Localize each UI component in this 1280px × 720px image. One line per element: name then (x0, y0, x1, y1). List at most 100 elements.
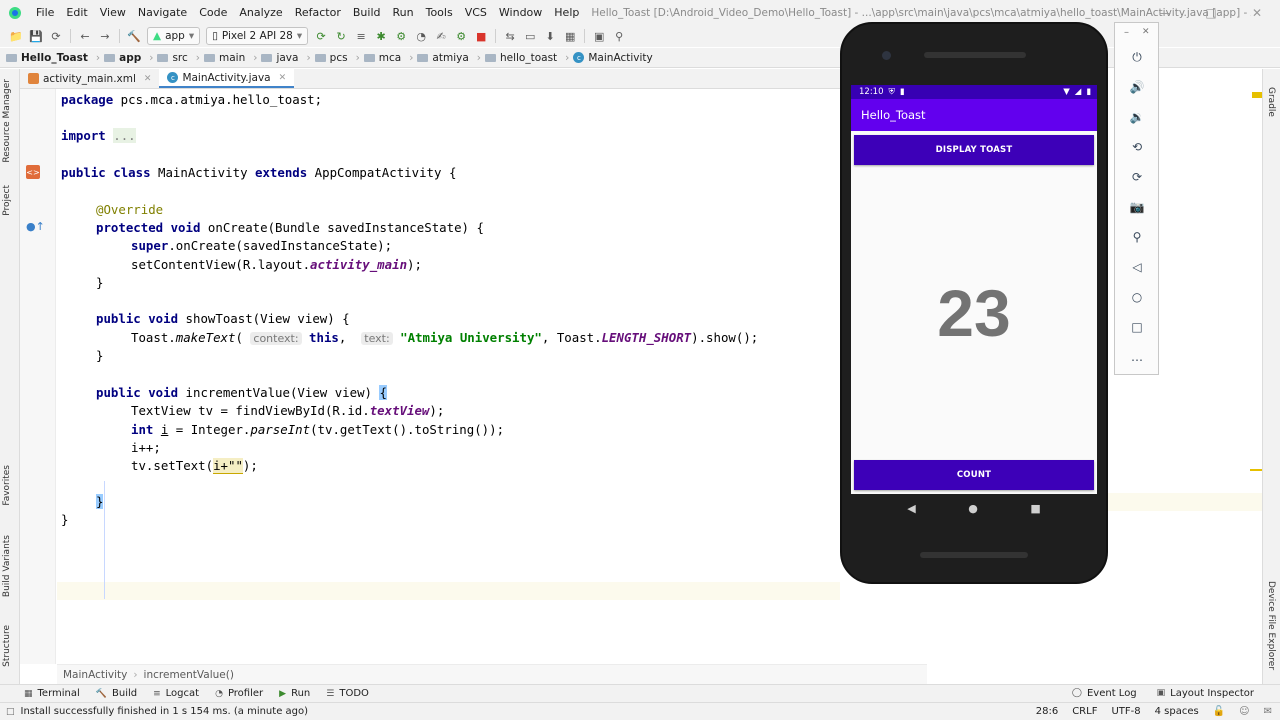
count-button[interactable]: COUNT (854, 460, 1094, 490)
override-marker-icon[interactable]: ●↑ (26, 220, 45, 233)
make-project-hammer-icon[interactable]: 🔨 (124, 26, 144, 46)
tool-todo[interactable]: ☰ TODO (326, 688, 369, 699)
project-structure-icon[interactable]: ▦ (560, 26, 580, 46)
back-arrow-icon[interactable]: ← (75, 26, 95, 46)
caret-position[interactable]: 28:6 (1036, 706, 1058, 717)
breadcrumb-pcs[interactable]: pcs › (314, 52, 360, 64)
sdk-manager-icon[interactable]: ⬇ (540, 26, 560, 46)
warning-marker[interactable] (1252, 92, 1262, 98)
back-triangle-icon[interactable]: ◁ (1127, 257, 1147, 277)
device-select[interactable]: ▯ Pixel 2 API 28 ▾ (206, 27, 309, 45)
menu-refactor[interactable]: Refactor (289, 6, 347, 19)
menu-run[interactable]: Run (387, 6, 420, 19)
lock-icon[interactable]: 🔓 (1213, 706, 1225, 717)
warning-marker[interactable] (1250, 469, 1262, 471)
forward-arrow-icon[interactable]: → (95, 26, 115, 46)
panel-minimize-icon[interactable]: – (1124, 27, 1129, 38)
rotate-right-icon[interactable]: ⟳ (1127, 167, 1147, 187)
avd-manager-icon[interactable]: ▭ (520, 26, 540, 46)
zoom-icon[interactable]: ⚲ (1127, 227, 1147, 247)
stop-icon[interactable]: ■ (471, 26, 491, 46)
tab-mainactivity-java[interactable]: c MainActivity.java ✕ (159, 69, 295, 88)
emulator-screen[interactable]: 12:10 ⛨ ▮ ▼ ◢ ▮ Hello_Toast DISPLAY TOAS… (851, 85, 1097, 494)
panel-close-icon[interactable]: ✕ (1142, 27, 1150, 37)
more-options-icon[interactable]: … (1127, 347, 1147, 367)
breadcrumb-app[interactable]: app › (104, 52, 153, 64)
breadcrumb-mainactivity[interactable]: c MainActivity (573, 52, 653, 64)
close-window-icon[interactable]: ✕ (1234, 0, 1280, 25)
overview-square-icon[interactable]: □ (1127, 317, 1147, 337)
tool-device-file-explorer[interactable]: Device File Explorer (1266, 581, 1276, 670)
coverage-icon[interactable]: ⚙ (451, 26, 471, 46)
volume-up-icon[interactable]: 🔊 (1127, 77, 1147, 97)
import-fold[interactable]: ... (113, 128, 136, 143)
code-editor[interactable]: package pcs.mca.atmiya.hello_toast; impo… (57, 89, 840, 664)
power-icon[interactable]: ⏻ (1127, 47, 1147, 67)
tool-event-log[interactable]: ◯ Event Log (1072, 688, 1137, 699)
screenshot-camera-icon[interactable]: 📷 (1127, 197, 1147, 217)
attach-debugger-icon[interactable]: ✍ (431, 26, 451, 46)
debug-icon[interactable]: ⚙ (391, 26, 411, 46)
indent-setting[interactable]: 4 spaces (1155, 706, 1199, 717)
tool-profiler[interactable]: ◔ Profiler (215, 688, 263, 699)
menu-build[interactable]: Build (347, 6, 387, 19)
inspector-icon[interactable]: ☺ (1239, 706, 1249, 717)
breadcrumb-hello-toast[interactable]: hello_toast › (484, 52, 569, 64)
crumb-class[interactable]: MainActivity (63, 669, 127, 681)
profile-icon[interactable]: ◔ (411, 26, 431, 46)
line-separator[interactable]: CRLF (1072, 706, 1097, 717)
layout-file-icon[interactable]: <> (26, 165, 40, 179)
breadcrumb-java[interactable]: java › (261, 52, 311, 64)
menu-code[interactable]: Code (193, 6, 233, 19)
nav-back-icon[interactable]: ◀ (907, 502, 915, 515)
maximize-icon[interactable]: □ (1188, 0, 1234, 25)
menu-navigate[interactable]: Navigate (132, 6, 193, 19)
tool-terminal[interactable]: ▦ Terminal (24, 688, 80, 699)
debug-bug-icon[interactable]: ✱ (371, 26, 391, 46)
menu-window[interactable]: Window (493, 6, 548, 19)
breadcrumb-src[interactable]: src › (157, 52, 200, 64)
apply-changes-icon[interactable]: ↻ (331, 26, 351, 46)
crumb-method[interactable]: incrementValue() (144, 669, 234, 681)
tool-logcat[interactable]: ≡ Logcat (153, 688, 199, 699)
menu-help[interactable]: Help (548, 6, 585, 19)
breadcrumb-mca[interactable]: mca › (363, 52, 413, 64)
menu-file[interactable]: File (30, 6, 60, 19)
rotate-left-icon[interactable]: ⟲ (1127, 137, 1147, 157)
sync-icon[interactable]: ⟳ (46, 26, 66, 46)
status-message[interactable]: Install successfully finished in 1 s 154… (21, 706, 309, 717)
tool-run[interactable]: ▶ Run (279, 688, 310, 699)
sync-gradle-icon[interactable]: ⇆ (500, 26, 520, 46)
tool-structure[interactable]: Structure (2, 625, 12, 667)
menu-view[interactable]: View (94, 6, 132, 19)
menu-edit[interactable]: Edit (60, 6, 93, 19)
save-all-icon[interactable]: 💾 (26, 26, 46, 46)
menu-analyze[interactable]: Analyze (233, 6, 288, 19)
file-encoding[interactable]: UTF-8 (1111, 706, 1140, 717)
home-circle-icon[interactable]: ○ (1127, 287, 1147, 307)
tool-project[interactable]: Project (2, 185, 12, 216)
open-folder-icon[interactable]: 📁 (6, 26, 26, 46)
search-icon[interactable]: ⚲ (609, 26, 629, 46)
menu-tools[interactable]: Tools (420, 6, 459, 19)
close-tab-icon[interactable]: ✕ (279, 73, 287, 83)
menu-vcs[interactable]: VCS (459, 6, 493, 19)
layout-preview-icon[interactable]: ▣ (589, 26, 609, 46)
rerun-icon[interactable]: ⟳ (311, 26, 331, 46)
tool-favorites[interactable]: Favorites (2, 465, 12, 506)
breadcrumb-main[interactable]: main › (204, 52, 257, 64)
display-toast-button[interactable]: DISPLAY TOAST (854, 135, 1094, 165)
tab-activity-main-xml[interactable]: activity_main.xml ✕ (20, 69, 159, 88)
notifications-icon[interactable]: ✉ (1264, 706, 1272, 717)
tool-resource-manager[interactable]: Resource Manager (2, 79, 12, 163)
nav-recents-icon[interactable]: ■ (1030, 502, 1040, 515)
breadcrumb-project[interactable]: Hello_Toast › (6, 52, 100, 64)
tool-build-variants[interactable]: Build Variants (2, 535, 12, 597)
tool-layout-inspector[interactable]: ▣ Layout Inspector (1157, 688, 1254, 699)
tool-gradle[interactable]: Gradle (1266, 87, 1276, 117)
apply-code-changes-icon[interactable]: ≡ (351, 26, 371, 46)
volume-down-icon[interactable]: 🔉 (1127, 107, 1147, 127)
tool-build[interactable]: 🔨 Build (96, 688, 137, 699)
nav-home-icon[interactable]: ● (968, 502, 978, 515)
close-tab-icon[interactable]: ✕ (144, 74, 152, 84)
